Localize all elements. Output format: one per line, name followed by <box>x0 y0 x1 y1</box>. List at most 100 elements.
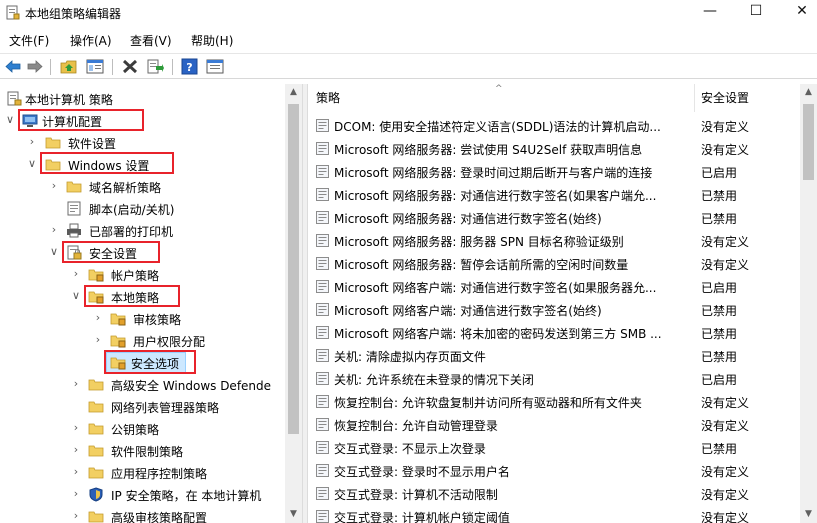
column-header-policy[interactable]: 策略 <box>316 84 341 112</box>
policy-list-pane[interactable]: 策略 ^ 安全设置 DCOM: 使用安全描述符定义语言(SDDL)语法的计算机启… <box>308 84 817 523</box>
table-row[interactable]: Microsoft 网络服务器: 尝试使用 S4U2Self 获取声明信息 没有定… <box>308 137 800 160</box>
folder-icon <box>88 401 104 413</box>
minimize-button[interactable]: — <box>690 0 730 26</box>
chevron-right-icon[interactable]: › <box>49 224 59 236</box>
tree-item-scripts[interactable]: 脚本(启动/关机) <box>0 198 285 220</box>
table-row[interactable]: Microsoft 网络客户端: 将未加密的密码发送到第三方 SMB ... 已禁… <box>308 321 800 344</box>
menu-view[interactable]: 查看(V) <box>130 32 172 49</box>
policy-setting-icon <box>316 464 329 477</box>
chevron-down-icon[interactable]: ∨ <box>5 114 15 126</box>
forward-arrow-icon[interactable] <box>26 58 44 75</box>
tree-item-label: 域名解析策略 <box>89 181 162 195</box>
maximize-button[interactable]: ☐ <box>736 0 776 26</box>
column-header-separator[interactable] <box>694 84 695 112</box>
table-row[interactable]: Microsoft 网络服务器: 对通信进行数字签名(如果客户端允... 已禁用 <box>308 183 800 206</box>
policy-name: Microsoft 网络客户端: 对通信进行数字签名(如果服务器允... <box>334 281 657 295</box>
policy-name: 交互式登录: 不显示上次登录 <box>334 442 486 456</box>
table-row[interactable]: Microsoft 网络服务器: 对通信进行数字签名(始终) 已禁用 <box>308 206 800 229</box>
table-row[interactable]: Microsoft 网络客户端: 对通信进行数字签名(如果服务器允... 已启用 <box>308 275 800 298</box>
table-row[interactable]: Microsoft 网络客户端: 对通信进行数字签名(始终) 已禁用 <box>308 298 800 321</box>
table-row[interactable]: Microsoft 网络服务器: 登录时间过期后断开与客户端的连接 已启用 <box>308 160 800 183</box>
policy-name: Microsoft 网络服务器: 暂停会话前所需的空闲时间数量 <box>334 258 629 272</box>
policy-setting-icon <box>316 257 329 270</box>
policy-name: 恢复控制台: 允许软盘复制并访问所有驱动器和所有文件夹 <box>334 396 642 410</box>
table-row[interactable]: 恢复控制台: 允许自动管理登录 没有定义 <box>308 413 800 436</box>
chevron-right-icon[interactable]: › <box>27 136 37 148</box>
table-row[interactable]: 关机: 清除虚拟内存页面文件 已禁用 <box>308 344 800 367</box>
chevron-right-icon[interactable]: › <box>93 334 103 346</box>
up-folder-icon[interactable] <box>60 58 78 75</box>
policy-name: Microsoft 网络客户端: 对通信进行数字签名(始终) <box>334 304 602 318</box>
policy-security-setting: 没有定义 <box>701 120 750 134</box>
table-row[interactable]: Microsoft 网络服务器: 暂停会话前所需的空闲时间数量 没有定义 <box>308 252 800 275</box>
close-button[interactable]: ✕ <box>782 0 817 26</box>
menu-help[interactable]: 帮助(H) <box>191 32 233 49</box>
title-bar: 本地组策略编辑器 — ☐ ✕ <box>0 0 817 26</box>
tree-item-label: 高级安全 Windows Defende <box>111 379 272 393</box>
chevron-down-icon[interactable]: ∨ <box>49 246 59 258</box>
delete-icon[interactable] <box>121 58 139 75</box>
scroll-thumb[interactable] <box>288 104 299 434</box>
folder-icon <box>88 379 104 391</box>
export-list-icon[interactable] <box>146 58 164 75</box>
svg-text:?: ? <box>186 61 192 74</box>
tree-item-public-key-policies[interactable]: › 公钥策略 <box>0 418 285 440</box>
computer-policy-icon <box>7 91 22 106</box>
tree-vertical-scrollbar[interactable]: ▲ ▼ <box>285 84 302 523</box>
tree-item-software-restriction-policies[interactable]: › 软件限制策略 <box>0 440 285 462</box>
scroll-up-arrow-icon[interactable]: ▲ <box>285 84 302 101</box>
chevron-down-icon[interactable]: ∨ <box>27 158 37 170</box>
chevron-right-icon[interactable]: › <box>71 378 81 390</box>
scroll-thumb[interactable] <box>803 104 814 180</box>
chevron-right-icon[interactable]: › <box>71 510 81 522</box>
tree-item-audit-policy[interactable]: › 审核策略 <box>0 308 285 330</box>
back-arrow-icon[interactable] <box>4 58 22 75</box>
tree-item-name-resolution-policy[interactable]: › 域名解析策略 <box>0 176 285 198</box>
table-row[interactable]: 交互式登录: 登录时不显示用户名 没有定义 <box>308 459 800 482</box>
tree-item-label: IP 安全策略，在 本地计算机 <box>111 489 262 503</box>
folder-icon <box>45 137 61 149</box>
chevron-right-icon[interactable]: › <box>71 466 81 478</box>
chevron-right-icon[interactable]: › <box>71 268 81 280</box>
scroll-down-arrow-icon[interactable]: ▼ <box>800 506 817 523</box>
chevron-right-icon[interactable]: › <box>71 488 81 500</box>
menu-file[interactable]: 文件(F) <box>9 32 49 49</box>
column-header-security-setting[interactable]: 安全设置 <box>701 84 750 112</box>
help-icon[interactable]: ? <box>181 58 199 75</box>
policy-setting-icon <box>316 418 329 431</box>
tree-item-application-control-policies[interactable]: › 应用程序控制策略 <box>0 462 285 484</box>
properties-icon[interactable] <box>206 58 224 75</box>
policy-security-setting: 没有定义 <box>701 488 750 502</box>
tree-item-windows-defender-firewall[interactable]: › 高级安全 Windows Defende <box>0 374 285 396</box>
scroll-up-arrow-icon[interactable]: ▲ <box>800 84 817 101</box>
tree-item-ip-security-policies[interactable]: › IP 安全策略，在 本地计算机 <box>0 484 285 506</box>
tree-item-advanced-audit-policy-configuration[interactable]: › 高级审核策略配置 <box>0 506 285 523</box>
chevron-right-icon[interactable]: › <box>49 180 59 192</box>
folder-icon <box>88 511 104 523</box>
list-vertical-scrollbar[interactable]: ▲ ▼ <box>800 84 817 523</box>
policy-setting-icon <box>316 395 329 408</box>
chevron-right-icon[interactable]: › <box>93 312 103 324</box>
tree-item-account-policies[interactable]: › 帐户策略 <box>0 264 285 286</box>
menu-action[interactable]: 操作(A) <box>70 32 112 49</box>
table-row[interactable]: 恢复控制台: 允许软盘复制并访问所有驱动器和所有文件夹 没有定义 <box>308 390 800 413</box>
table-row[interactable]: DCOM: 使用安全描述符定义语言(SDDL)语法的计算机启动... 没有定义 <box>308 114 800 137</box>
tree-item-network-list-manager-policies[interactable]: 网络列表管理器策略 <box>0 396 285 418</box>
chevron-right-icon[interactable]: › <box>71 444 81 456</box>
show-hide-tree-icon[interactable] <box>86 58 104 75</box>
tree-item-local-computer-policy[interactable]: 本地计算机 策略 <box>0 88 285 110</box>
tree-item-software-settings[interactable]: › 软件设置 <box>0 132 285 154</box>
console-tree-pane[interactable]: 本地计算机 策略 ∨ 计算机配置 › 软件设置 ∨ Windows 设置 › 域… <box>0 84 302 523</box>
chevron-right-icon[interactable]: › <box>71 422 81 434</box>
chevron-down-icon[interactable]: ∨ <box>71 290 81 302</box>
tree-item-deployed-printers[interactable]: › 已部署的打印机 <box>0 220 285 242</box>
table-row[interactable]: 关机: 允许系统在未登录的情况下关闭 已启用 <box>308 367 800 390</box>
table-row[interactable]: Microsoft 网络服务器: 服务器 SPN 目标名称验证级别 没有定义 <box>308 229 800 252</box>
tree-item-user-rights-assignment[interactable]: › 用户权限分配 <box>0 330 285 352</box>
table-row[interactable]: 交互式登录: 不显示上次登录 已禁用 <box>308 436 800 459</box>
policy-security-setting: 已启用 <box>701 281 738 295</box>
table-row[interactable]: 交互式登录: 计算机不活动限制 没有定义 <box>308 482 800 505</box>
tree-item-label: 用户权限分配 <box>133 335 206 349</box>
table-row[interactable]: 交互式登录: 计算机帐户锁定阈值 没有定义 <box>308 505 800 523</box>
scroll-down-arrow-icon[interactable]: ▼ <box>285 506 302 523</box>
